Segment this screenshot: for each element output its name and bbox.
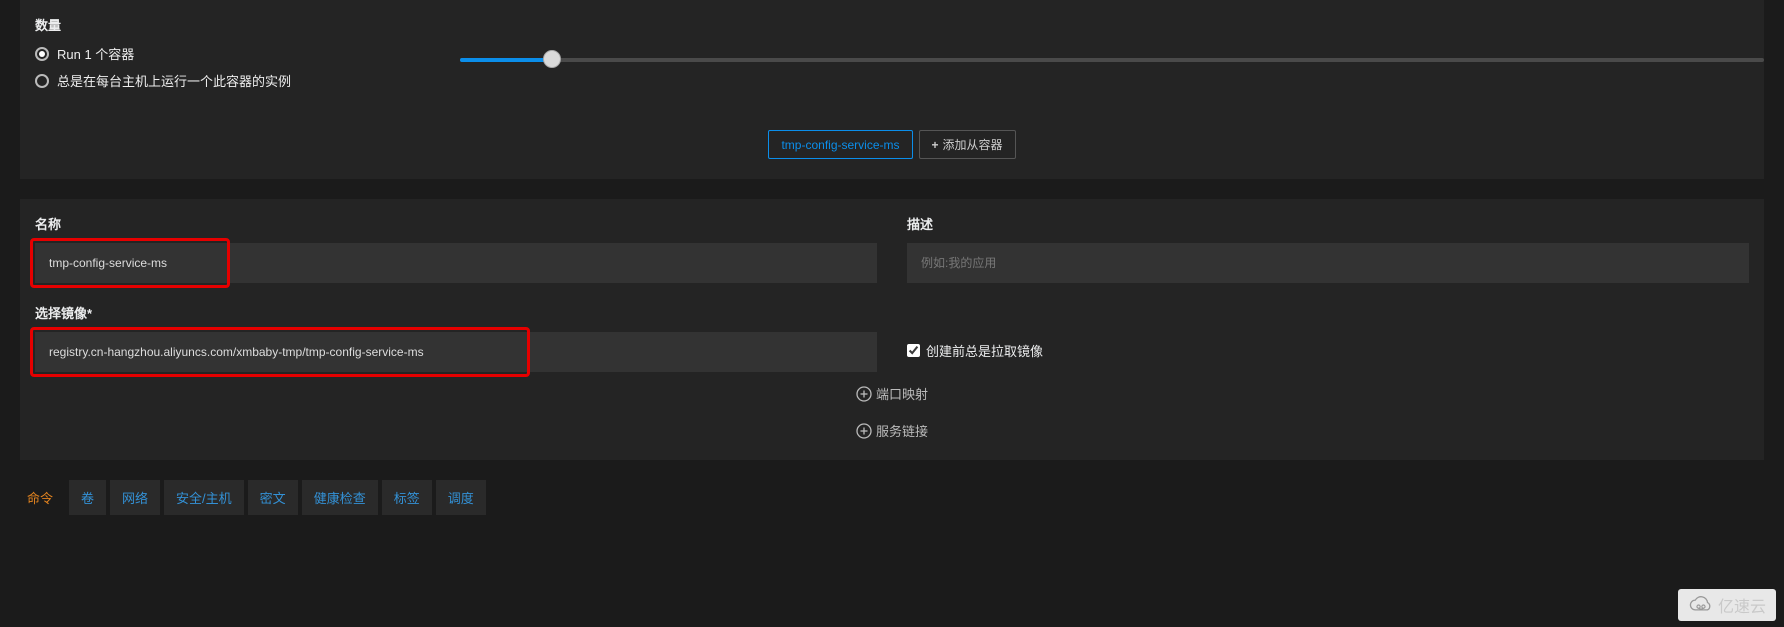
slider-track [460,58,1764,62]
pull-always-checkbox[interactable] [907,344,920,357]
pull-always-group: 创建前总是拉取镜像 [907,303,1749,372]
tab-command[interactable]: 命令 [15,480,65,515]
radio-every-host-row[interactable]: 总是在每台主机上运行一个此容器的实例 [35,71,1749,90]
description-label: 描述 [907,214,1749,233]
container-chip-active-label: tmp-config-service-ms [781,138,899,152]
image-input[interactable] [35,332,877,372]
radio-run-count-label: Run 1 个容器 [57,44,134,63]
port-mapping-label: 端口映射 [876,384,928,403]
slider-fill [460,58,550,62]
container-count-slider[interactable] [460,50,1764,70]
tab-network[interactable]: 网络 [110,480,160,515]
tab-volumes[interactable]: 卷 [69,480,106,515]
image-field-group: 选择镜像* [35,303,877,372]
description-field-group: 描述 [907,214,1749,283]
circle-plus-icon [856,423,872,439]
service-links-label: 服务链接 [876,421,928,440]
slider-thumb[interactable] [543,50,561,68]
name-input[interactable] [35,243,877,283]
scale-panel: 数量 Run 1 个容器 总是在每台主机上运行一个此容器的实例 tmp-conf… [20,0,1764,179]
tab-labels[interactable]: 标签 [382,480,432,515]
plus-icon: + [932,138,939,152]
tab-security[interactable]: 安全/主机 [164,480,244,515]
circle-plus-icon [856,386,872,402]
port-mapping-expand[interactable]: 端口映射 [35,384,1749,403]
radio-every-host[interactable] [35,74,49,88]
radio-every-host-label: 总是在每台主机上运行一个此容器的实例 [57,71,291,90]
container-chip-row: tmp-config-service-ms + 添加从容器 [35,130,1749,159]
description-input[interactable] [907,243,1749,283]
service-links-expand[interactable]: 服务链接 [35,421,1749,440]
tab-schedule[interactable]: 调度 [436,480,486,515]
cloud-icon [1688,594,1714,616]
container-form-panel: 名称 描述 选择镜像* 创建前总是拉取镜像 [20,199,1764,460]
pull-always-row[interactable]: 创建前总是拉取镜像 [907,341,1749,360]
tab-secrets[interactable]: 密文 [248,480,298,515]
watermark-text: 亿速云 [1718,593,1766,617]
add-sidekick-button[interactable]: + 添加从容器 [919,130,1016,159]
watermark: 亿速云 [1678,589,1776,621]
image-label: 选择镜像* [35,303,877,322]
name-label: 名称 [35,214,877,233]
tab-health[interactable]: 健康检查 [302,480,378,515]
radio-run-count[interactable] [35,47,49,61]
pull-always-label: 创建前总是拉取镜像 [926,341,1043,360]
quantity-label: 数量 [35,15,1749,34]
settings-tabs: 命令 卷 网络 安全/主机 密文 健康检查 标签 调度 [0,480,1784,530]
add-sidekick-label: 添加从容器 [943,136,1003,153]
container-chip-active[interactable]: tmp-config-service-ms [768,130,912,159]
name-field-group: 名称 [35,214,877,283]
